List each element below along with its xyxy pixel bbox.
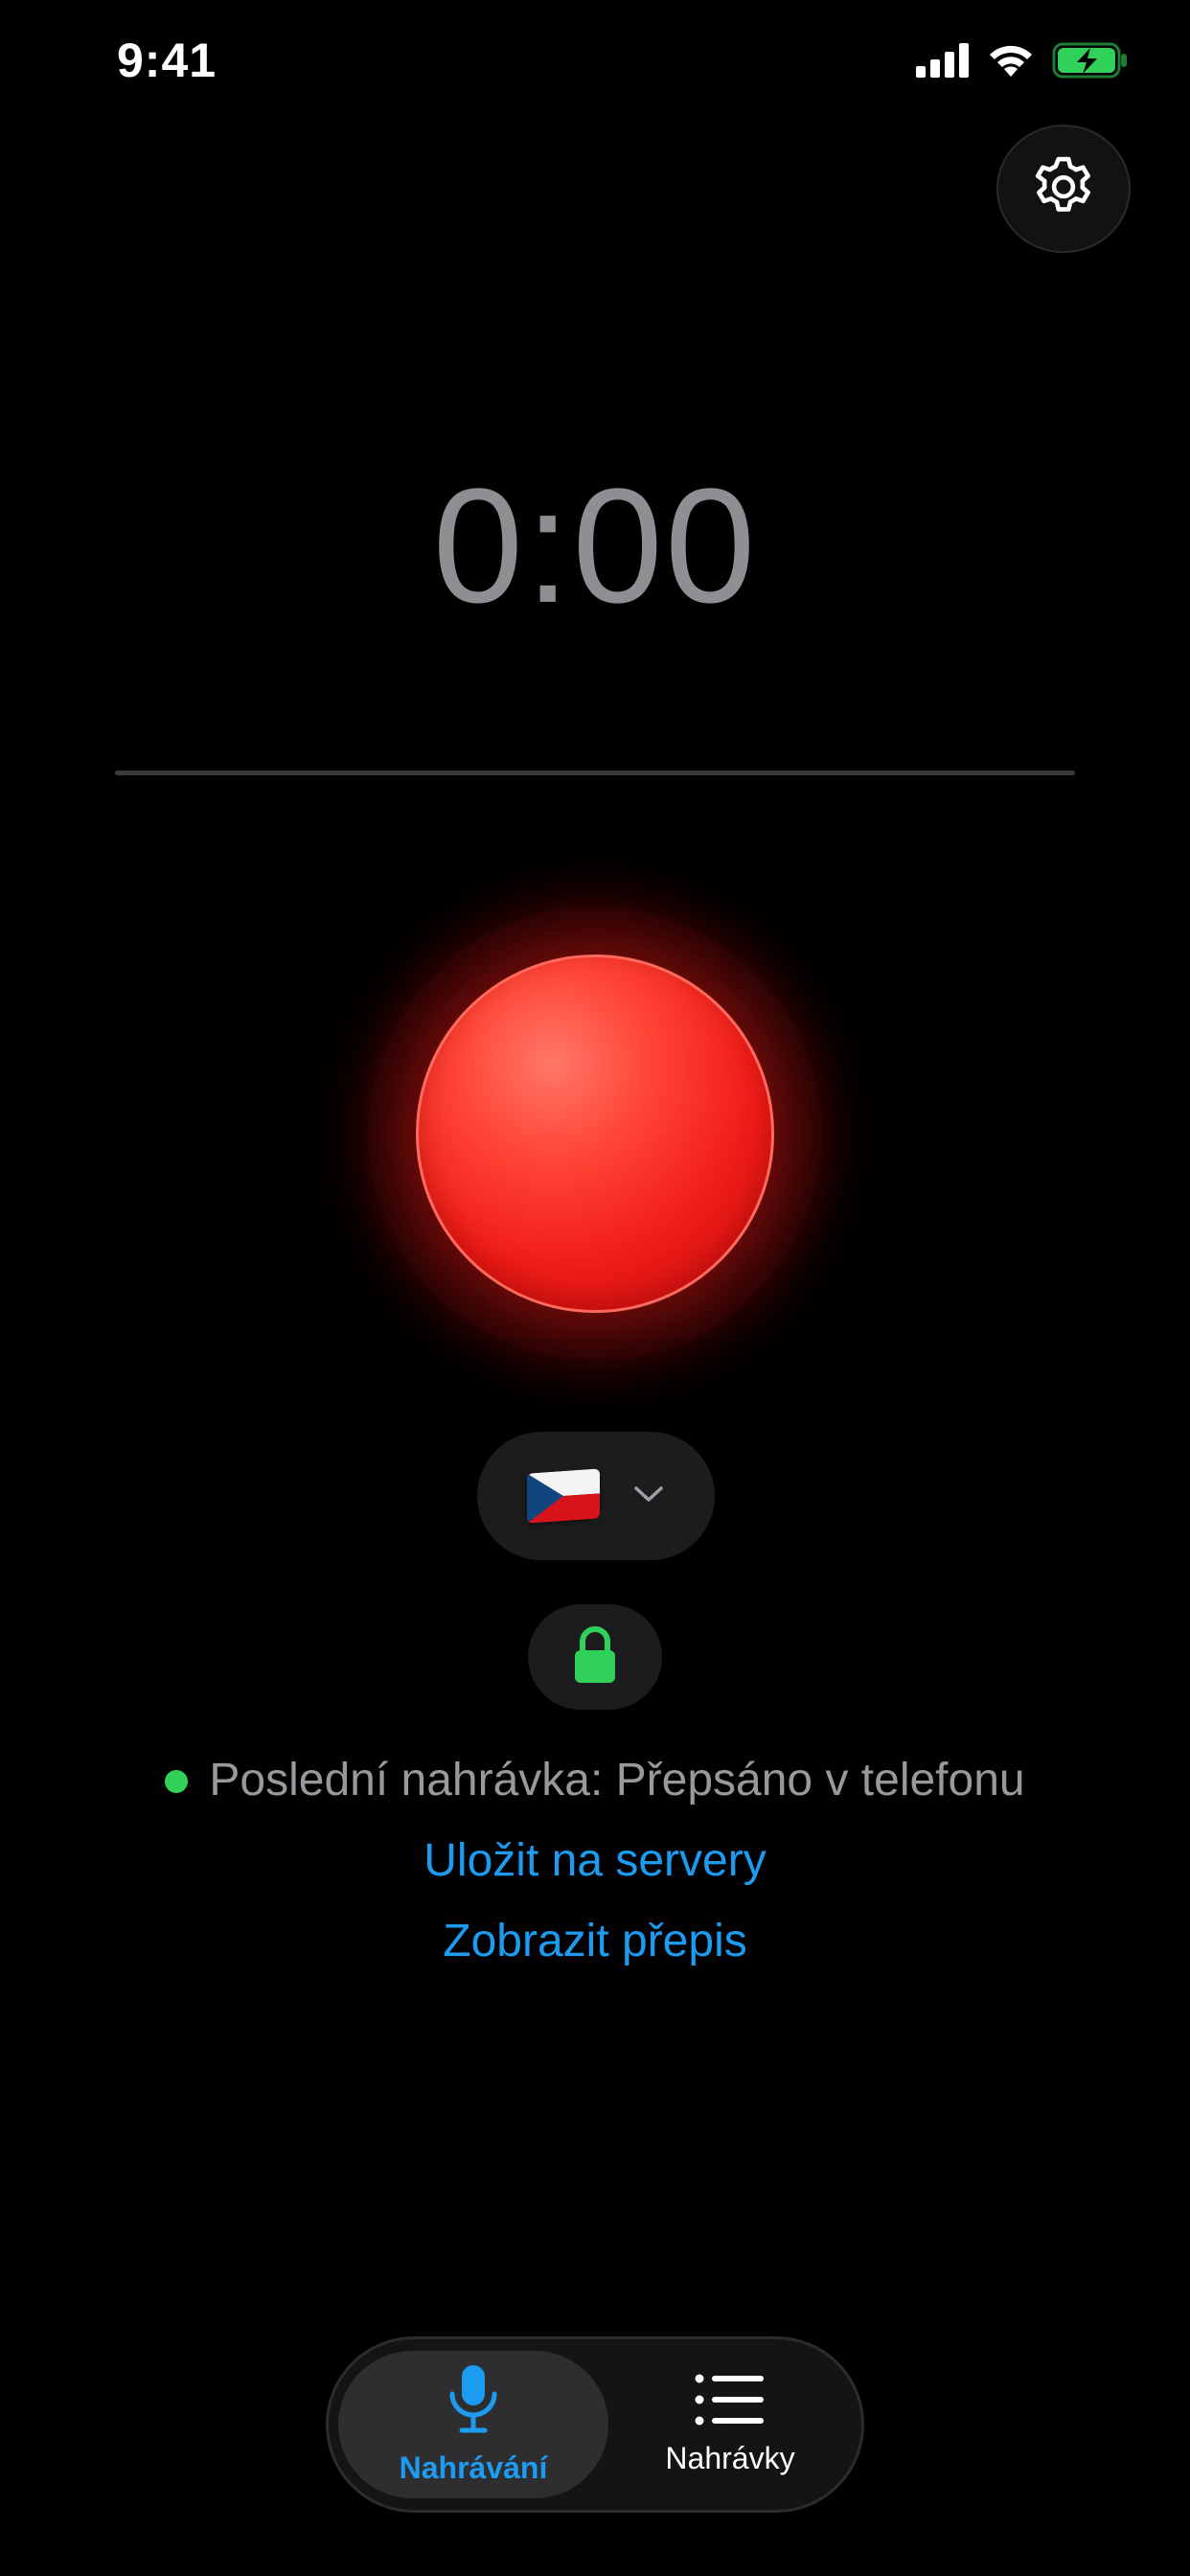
tab-recording[interactable]: Nahrávání bbox=[338, 2351, 608, 2498]
settings-button[interactable] bbox=[996, 125, 1131, 253]
czech-flag-icon bbox=[527, 1468, 600, 1524]
show-transcript-link[interactable]: Zobrazit přepis bbox=[0, 1915, 1190, 1967]
status-time: 9:41 bbox=[117, 34, 217, 87]
save-to-servers-link[interactable]: Uložit na servery bbox=[0, 1834, 1190, 1887]
tab-bar: Nahrávání Nahrávky bbox=[326, 2336, 864, 2513]
status-icons bbox=[916, 42, 1129, 79]
last-recording-text: Poslední nahrávka: Přepsáno v telefonu bbox=[209, 1755, 1025, 1806]
chevron-down-icon bbox=[632, 1484, 665, 1509]
lock-button[interactable] bbox=[528, 1604, 662, 1710]
list-icon bbox=[695, 2373, 766, 2431]
status-indicator-dot bbox=[165, 1769, 189, 1793]
lock-icon bbox=[573, 1625, 617, 1690]
language-selector[interactable] bbox=[477, 1432, 715, 1560]
tab-recordings[interactable]: Nahrávky bbox=[608, 2351, 852, 2498]
record-button[interactable] bbox=[416, 954, 774, 1313]
recording-timer: 0:00 bbox=[432, 455, 758, 637]
wifi-icon bbox=[987, 42, 1035, 79]
gear-icon bbox=[1028, 151, 1099, 227]
tab-recordings-label: Nahrávky bbox=[665, 2441, 795, 2475]
last-recording-status: Poslední nahrávka: Přepsáno v telefonu bbox=[0, 1754, 1190, 1806]
microphone-icon bbox=[447, 2363, 499, 2441]
tab-recording-label: Nahrávání bbox=[399, 2450, 548, 2485]
waveform-divider bbox=[115, 770, 1075, 775]
battery-charging-icon bbox=[1052, 42, 1129, 79]
cellular-signal-icon bbox=[916, 43, 970, 78]
